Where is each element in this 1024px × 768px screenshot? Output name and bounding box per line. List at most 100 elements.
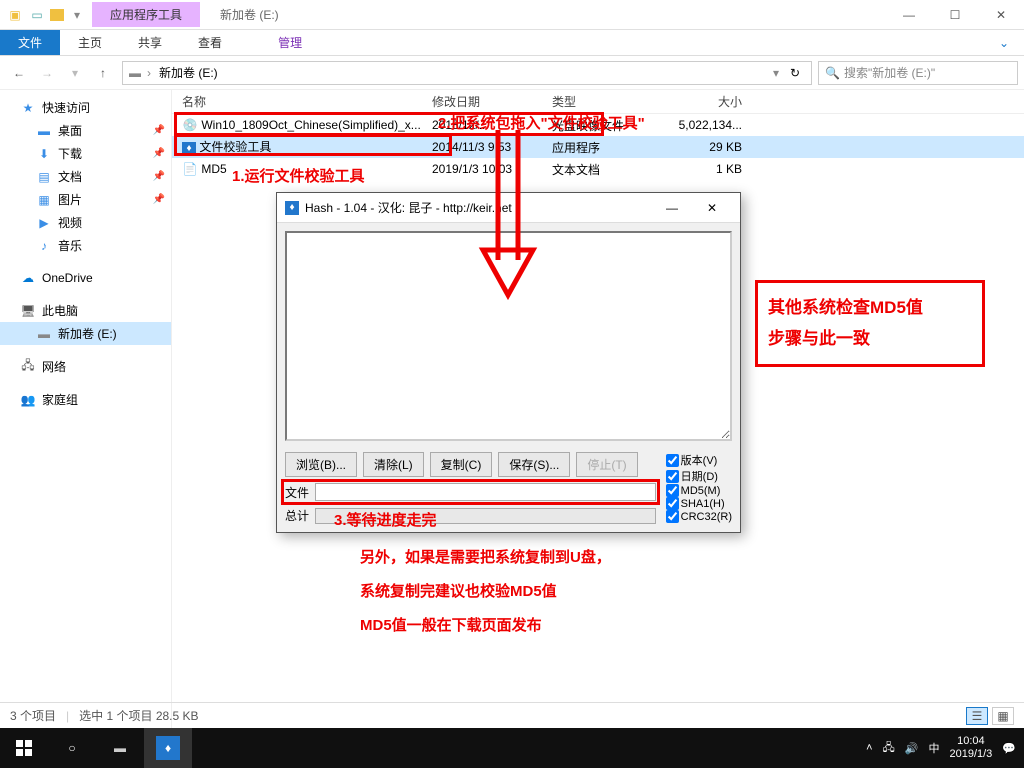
sidebar-onedrive[interactable]: ☁OneDrive: [0, 267, 171, 289]
start-button[interactable]: [0, 728, 48, 768]
new-folder-icon[interactable]: [50, 9, 64, 21]
view-details-button[interactable]: ☰: [966, 707, 988, 725]
sidebar-homegroup[interactable]: 👥家庭组: [0, 388, 171, 411]
sidebar-label: 此电脑: [42, 302, 78, 319]
tab-manage[interactable]: 管理: [260, 30, 320, 55]
check-date[interactable]: 日期(D): [666, 468, 732, 484]
folder-icon: ▣: [6, 6, 24, 24]
properties-icon[interactable]: ▭: [28, 6, 46, 24]
address-dropdown-icon[interactable]: ▾: [773, 66, 779, 80]
pin-icon: 📌: [153, 194, 165, 205]
ribbon-tabs: 文件 主页 共享 查看 管理 ⌄: [0, 30, 1024, 56]
file-name: 文件校验工具: [199, 140, 271, 154]
file-row[interactable]: ♦ 文件校验工具 2014/11/3 9:53 应用程序 29 KB: [172, 136, 1024, 158]
sidebar-volume-e[interactable]: ▬新加卷 (E:): [0, 322, 171, 345]
status-bar: 3 个项目 | 选中 1 个项目 28.5 KB ☰ ▦: [0, 702, 1024, 728]
progress-bar: [315, 508, 656, 524]
hash-titlebar[interactable]: ♦ Hash - 1.04 - 汉化: 昆子 - http://keir.net…: [277, 193, 740, 223]
maximize-button[interactable]: ☐: [932, 0, 978, 30]
quick-access-toolbar: ▣ ▭ ▾: [0, 6, 92, 24]
tab-view[interactable]: 查看: [180, 30, 240, 55]
hash-output-textarea[interactable]: [285, 231, 732, 441]
history-dropdown[interactable]: ▾: [62, 60, 88, 86]
col-size[interactable]: 大小: [672, 93, 752, 110]
tab-file[interactable]: 文件: [0, 30, 60, 55]
minimize-button[interactable]: —: [886, 0, 932, 30]
col-type[interactable]: 类型: [552, 93, 672, 110]
column-headers: 名称 修改日期 类型 大小: [172, 90, 1024, 114]
sidebar-label: 文档: [58, 168, 82, 185]
file-name: MD5: [201, 162, 226, 176]
sidebar-label: 新加卷 (E:): [58, 325, 117, 342]
col-name[interactable]: 名称: [172, 93, 432, 110]
hash-close-button[interactable]: ✕: [692, 201, 732, 215]
sidebar-videos[interactable]: ▶视频: [0, 211, 171, 234]
taskbar-hash-app[interactable]: ♦: [144, 728, 192, 768]
network-icon: 🖧: [20, 359, 36, 375]
taskbar-clock[interactable]: 10:04 2019/1/3: [949, 735, 992, 761]
file-type: 光盘映像文件: [552, 117, 672, 134]
tray-up-icon[interactable]: ˄: [866, 742, 872, 754]
homegroup-icon: 👥: [20, 392, 36, 408]
file-row[interactable]: 📄 MD5 2019/1/3 10:03 文本文档 1 KB: [172, 158, 1024, 180]
sidebar-label: 快速访问: [42, 99, 90, 116]
forward-button: →: [34, 60, 60, 86]
search-input[interactable]: 🔍 搜索"新加卷 (E:)": [818, 61, 1018, 85]
browse-button[interactable]: 浏览(B)...: [285, 452, 357, 477]
tray-ime[interactable]: 中: [928, 740, 939, 756]
qat-dropdown-icon[interactable]: ▾: [68, 6, 86, 24]
check-md5[interactable]: MD5(M): [666, 484, 732, 497]
copy-button[interactable]: 复制(C): [430, 452, 493, 477]
taskbar-explorer[interactable]: ▬: [96, 728, 144, 768]
exe-icon: ♦: [182, 142, 196, 156]
clear-button[interactable]: 清除(L): [363, 452, 424, 477]
tab-home[interactable]: 主页: [60, 30, 120, 55]
sidebar-desktop[interactable]: ▬桌面📌: [0, 119, 171, 142]
sidebar-downloads[interactable]: ⬇下载📌: [0, 142, 171, 165]
sidebar-thispc[interactable]: 🖥此电脑: [0, 299, 171, 322]
video-icon: ▶: [36, 215, 52, 231]
file-label: 文件: [285, 484, 309, 501]
tab-share[interactable]: 共享: [120, 30, 180, 55]
close-button[interactable]: ✕: [978, 0, 1024, 30]
total-label: 总计: [285, 507, 309, 524]
check-version[interactable]: 版本(V): [666, 452, 732, 468]
file-row[interactable]: 💿 Win10_1809Oct_Chinese(Simplified)_x...…: [172, 114, 1024, 136]
notifications-icon[interactable]: 💬: [1002, 742, 1016, 755]
status-selection: 选中 1 个项目 28.5 KB: [79, 707, 198, 724]
cortana-button[interactable]: ○: [48, 728, 96, 768]
save-button[interactable]: 保存(S)...: [498, 452, 570, 477]
desktop-icon: ▬: [36, 123, 52, 139]
iso-icon: 💿: [182, 117, 198, 133]
status-item-count: 3 个项目: [10, 707, 56, 724]
sidebar-documents[interactable]: ▤文档📌: [0, 165, 171, 188]
file-size: 1 KB: [672, 162, 752, 176]
tray-network-icon[interactable]: 🖧: [883, 739, 895, 758]
file-date: 2014/11/3 9:53: [432, 140, 552, 154]
back-button[interactable]: ←: [6, 60, 32, 86]
sidebar-quick-access[interactable]: ★ 快速访问: [0, 96, 171, 119]
view-icons-button[interactable]: ▦: [992, 707, 1014, 725]
titlebar: ▣ ▭ ▾ 应用程序工具 新加卷 (E:) — ☐ ✕: [0, 0, 1024, 30]
sidebar-label: 桌面: [58, 122, 82, 139]
sidebar-label: 下载: [58, 145, 82, 162]
stop-button: 停止(T): [576, 452, 637, 477]
check-sha1[interactable]: SHA1(H): [666, 497, 732, 510]
check-crc32[interactable]: CRC32(R): [666, 510, 732, 523]
sidebar-pictures[interactable]: ▦图片📌: [0, 188, 171, 211]
address-segment[interactable]: 新加卷 (E:): [155, 64, 222, 81]
address-chevron-icon[interactable]: ›: [147, 66, 151, 80]
star-icon: ★: [20, 100, 36, 116]
ribbon-expand-icon[interactable]: ⌄: [984, 30, 1024, 55]
hash-minimize-button[interactable]: —: [652, 201, 692, 215]
address-bar[interactable]: ▬ › 新加卷 (E:) ▾ ↻: [122, 61, 812, 85]
refresh-button[interactable]: ↻: [783, 66, 807, 80]
window-title: 新加卷 (E:): [200, 6, 886, 23]
sidebar-music[interactable]: ♪音乐: [0, 234, 171, 257]
up-button[interactable]: ↑: [90, 60, 116, 86]
hash-options: 版本(V) 日期(D) MD5(M) SHA1(H) CRC32(R): [666, 452, 732, 523]
sidebar-network[interactable]: 🖧网络: [0, 355, 171, 378]
col-date[interactable]: 修改日期: [432, 93, 552, 110]
tray-volume-icon[interactable]: 🔊: [905, 742, 919, 755]
txt-icon: 📄: [182, 161, 198, 177]
